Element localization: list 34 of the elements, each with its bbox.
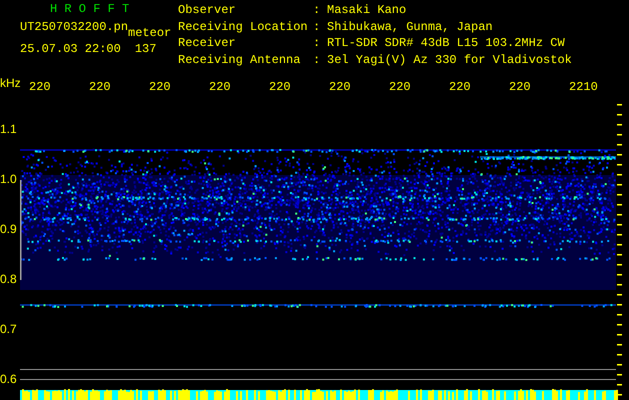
date-time: 25.07.03 22:00 (20, 42, 121, 56)
x-axis-label: 220 (509, 80, 532, 94)
mode-label: meteor (128, 26, 172, 40)
count-value: 137 (134, 42, 156, 56)
info-separator: : (313, 37, 322, 52)
x-axis-label: 220 (269, 80, 292, 94)
y-axis-label: 0.7 (0, 322, 17, 336)
info-separator: : (313, 4, 322, 19)
y-axis-label: 0.9 (0, 222, 17, 236)
x-axis-label: 2210 (569, 80, 599, 94)
x-axis-label: 220 (29, 80, 52, 94)
x-axis-label: 220 (389, 80, 412, 94)
app-title: H R O F F T (49, 2, 130, 17)
info-label: Receiving Location (178, 20, 309, 36)
info-value: 3el Yagi(V) Az 330 for Vladivostok (327, 54, 572, 68)
info-label: Observer (178, 4, 237, 19)
info-label: Receiver (178, 37, 237, 52)
axis-unit: kHz (0, 76, 22, 90)
info-separator: : (313, 20, 322, 36)
info-label: Receiving Antenna (178, 54, 302, 68)
file-name: UT2507032200.pn (20, 20, 128, 34)
info-value: RTL-SDR SDR# 43dB L15 103.2MHz CW (327, 37, 566, 52)
info-separator: : (313, 54, 322, 68)
y-axis-label: 0.6 (0, 372, 17, 386)
x-axis-label: 220 (149, 80, 172, 94)
x-axis-label: 220 (329, 80, 352, 94)
y-axis-label: 0.8 (0, 272, 17, 286)
x-axis-label: 220 (449, 80, 472, 94)
y-axis-label: 1.0 (0, 172, 17, 186)
x-axis-label: 220 (89, 80, 112, 94)
info-value: Shibukawa, Gunma, Japan (327, 20, 494, 36)
info-value: Masaki Kano (327, 4, 408, 19)
y-axis-label: 1.1 (0, 122, 17, 136)
x-axis-label: 220 (209, 80, 232, 94)
